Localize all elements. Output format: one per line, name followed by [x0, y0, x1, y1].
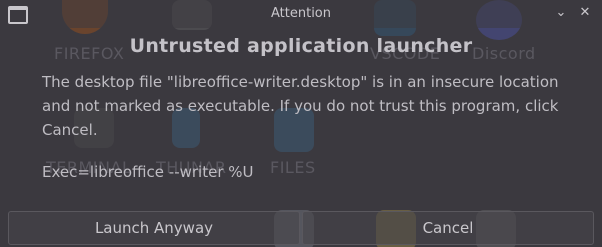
close-icon[interactable]: ✕	[576, 4, 594, 22]
button-row: Launch Anyway Cancel	[8, 211, 594, 245]
titlebar[interactable]: Attention ⌄ ✕	[0, 0, 602, 28]
launch-anyway-button[interactable]: Launch Anyway	[8, 211, 300, 245]
untrusted-launcher-dialog: FIREFOX VSCODE Discord TERMINAL THUNAR F…	[0, 0, 602, 247]
cancel-button[interactable]: Cancel	[302, 211, 594, 245]
desktop-label-files: FILES	[270, 158, 316, 177]
minimize-icon[interactable]: ⌄	[552, 4, 570, 22]
window-title: Attention	[271, 6, 331, 21]
dialog-message: The desktop file "libreoffice-writer.des…	[42, 73, 559, 139]
exec-line: Exec=libreoffice --writer %U	[42, 163, 254, 181]
dialog-heading: Untrusted application launcher	[129, 35, 473, 57]
